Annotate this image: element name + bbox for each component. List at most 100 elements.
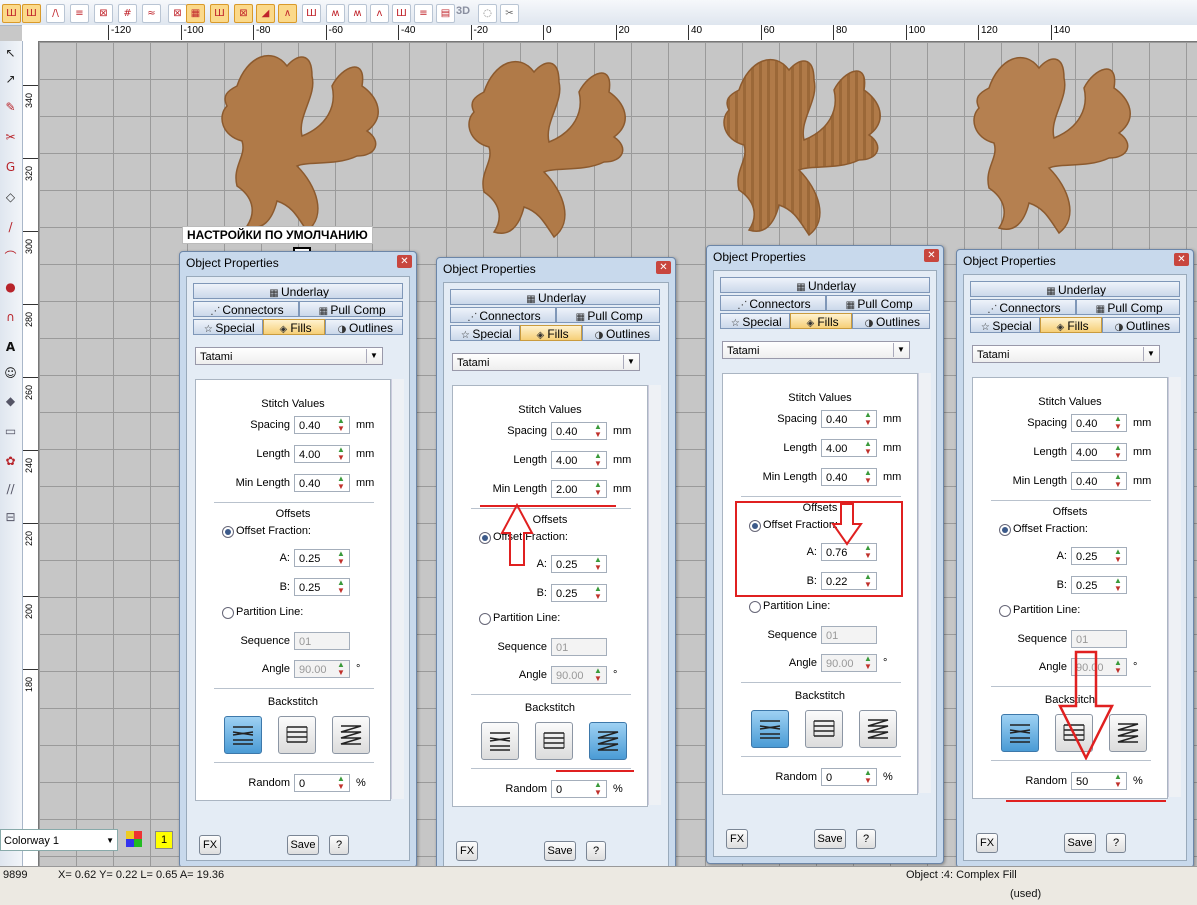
pen-icon[interactable]: ✎ — [2, 99, 19, 116]
angle-spinner[interactable]: ▲ ▼ — [591, 667, 605, 683]
tab-special[interactable]: ☆ Special — [720, 313, 790, 329]
align-icon[interactable]: ⊟ — [2, 509, 19, 526]
fx-button[interactable]: FX — [976, 833, 998, 853]
arc-icon[interactable]: ∩ — [2, 309, 19, 326]
tab-outlines[interactable]: ◑ Outlines — [325, 319, 403, 335]
offset-fraction-radio[interactable] — [999, 524, 1011, 536]
backstitch-option-1[interactable] — [751, 710, 789, 748]
help-button[interactable]: ? — [329, 835, 349, 855]
text-tool-icon[interactable]: A — [2, 339, 19, 356]
tab-connectors[interactable]: ⋰ Connectors — [720, 295, 826, 311]
curve-icon[interactable]: ⌒ — [2, 249, 19, 266]
spacing-spinner[interactable]: ▲ ▼ — [334, 417, 348, 433]
grid-icon[interactable]: # — [118, 4, 137, 23]
tab-special[interactable]: ☆ Special — [450, 325, 520, 341]
tab-connectors[interactable]: ⋰ Connectors — [450, 307, 556, 323]
spin-down-icon[interactable]: ▼ — [861, 777, 875, 785]
backstitch-option-1[interactable] — [1001, 714, 1039, 752]
help-button[interactable]: ? — [1106, 833, 1126, 853]
random-spinner[interactable]: ▲ ▼ — [591, 781, 605, 797]
tab-outlines[interactable]: ◑ Outlines — [852, 313, 930, 329]
partition-line-radio[interactable] — [222, 607, 234, 619]
gradient-icon[interactable]: Ш — [210, 4, 229, 23]
close-icon[interactable]: ✕ — [1174, 253, 1189, 266]
fill-icon[interactable]: ≡ — [70, 4, 89, 23]
tab-underlay[interactable]: ▦ Underlay — [193, 283, 403, 299]
spacing-spinner[interactable]: ▲ ▼ — [1111, 415, 1125, 431]
close-icon[interactable]: ✕ — [924, 249, 939, 262]
save-button[interactable]: Save — [544, 841, 576, 861]
partition-line-radio[interactable] — [999, 605, 1011, 617]
vertical-scrollbar[interactable] — [391, 379, 404, 799]
close-icon[interactable]: ✕ — [397, 255, 412, 268]
spin-down-icon[interactable]: ▼ — [1111, 481, 1125, 489]
embroidery-leaf-4[interactable] — [969, 48, 1169, 238]
view-3d-button[interactable]: 3D — [456, 5, 470, 17]
tab-special[interactable]: ☆ Special — [193, 319, 263, 335]
tab-underlay[interactable]: ▦ Underlay — [450, 289, 660, 305]
close-icon[interactable]: ✕ — [656, 261, 671, 274]
offset-b-spinner[interactable]: ▲ ▼ — [1111, 577, 1125, 593]
spin-down-icon[interactable]: ▼ — [591, 564, 605, 572]
frame-icon[interactable]: ▭ — [2, 423, 19, 440]
wave-fill-icon[interactable]: ʍ — [348, 4, 367, 23]
contour-icon[interactable]: ʍ — [326, 4, 345, 23]
radial-icon[interactable]: Ш — [302, 4, 321, 23]
carving-icon[interactable]: ◢ — [256, 4, 275, 23]
sequence-field[interactable]: 01 — [821, 626, 877, 644]
fill-type-select[interactable]: Tatami ▼ — [195, 347, 383, 365]
backstitch-option-3[interactable] — [332, 716, 370, 754]
spin-down-icon[interactable]: ▼ — [591, 675, 605, 683]
spin-down-icon[interactable]: ▼ — [861, 477, 875, 485]
stripes-icon[interactable]: Ш — [392, 4, 411, 23]
embroidery-leaf-1[interactable] — [217, 46, 417, 236]
hatch-tool-icon[interactable]: // — [2, 481, 19, 498]
spacing-spinner[interactable]: ▲ ▼ — [861, 411, 875, 427]
colorway-select[interactable]: Colorway 1 ▼ — [0, 829, 118, 851]
random-spinner[interactable]: ▲ ▼ — [861, 769, 875, 785]
pattern-icon[interactable]: ⊠ — [94, 4, 113, 23]
circle-icon[interactable]: ● — [2, 279, 19, 296]
lines-icon[interactable]: ≡ — [414, 4, 433, 23]
offset-b-spinner[interactable]: ▲ ▼ — [334, 579, 348, 595]
satin-icon[interactable]: Ш — [22, 4, 41, 23]
tab-outlines[interactable]: ◑ Outlines — [582, 325, 660, 341]
save-button[interactable]: Save — [287, 835, 319, 855]
fill-type-select[interactable]: Tatami ▼ — [722, 341, 910, 359]
chevron-down-icon[interactable]: ▼ — [366, 349, 381, 363]
tab-underlay[interactable]: ▦ Underlay — [970, 281, 1180, 297]
zigzag-icon[interactable]: /\ — [46, 4, 65, 23]
emboss-icon[interactable]: ʌ — [370, 4, 389, 23]
fx-button[interactable]: FX — [726, 829, 748, 849]
min-length-spinner[interactable]: ▲ ▼ — [334, 475, 348, 491]
backstitch-option-1[interactable] — [481, 722, 519, 760]
tab-pull-comp[interactable]: ▦ Pull Comp — [1076, 299, 1180, 315]
fill-type-select[interactable]: Tatami ▼ — [452, 353, 640, 371]
spin-down-icon[interactable]: ▼ — [591, 460, 605, 468]
random-spinner[interactable]: ▲ ▼ — [334, 775, 348, 791]
palette-icon[interactable] — [126, 831, 142, 847]
spin-down-icon[interactable]: ▼ — [861, 663, 875, 671]
letter-g-icon[interactable]: G — [2, 159, 19, 176]
people-icon[interactable]: ☺ — [2, 365, 19, 382]
vertical-scrollbar[interactable] — [918, 373, 931, 793]
spin-down-icon[interactable]: ▼ — [334, 454, 348, 462]
select-arrow-icon[interactable]: ↖ — [2, 45, 19, 62]
tab-special[interactable]: ☆ Special — [970, 317, 1040, 333]
spin-down-icon[interactable]: ▼ — [334, 558, 348, 566]
length-spinner[interactable]: ▲ ▼ — [334, 446, 348, 462]
monogram-icon[interactable]: ◆ — [2, 393, 19, 410]
spin-down-icon[interactable]: ▼ — [591, 431, 605, 439]
spin-down-icon[interactable]: ▼ — [861, 419, 875, 427]
spin-down-icon[interactable]: ▼ — [1111, 585, 1125, 593]
spin-down-icon[interactable]: ▼ — [591, 489, 605, 497]
line-icon[interactable]: / — [2, 219, 19, 236]
offset-a-spinner[interactable]: ▲ ▼ — [591, 556, 605, 572]
node-icon[interactable]: ◇ — [2, 189, 19, 206]
fill-type-select[interactable]: Tatami ▼ — [972, 345, 1160, 363]
angle-spinner[interactable]: ▲ ▼ — [861, 655, 875, 671]
sequence-field[interactable]: 01 — [551, 638, 607, 656]
min-length-spinner[interactable]: ▲ ▼ — [861, 469, 875, 485]
tab-pull-comp[interactable]: ▦ Pull Comp — [299, 301, 403, 317]
tab-pull-comp[interactable]: ▦ Pull Comp — [556, 307, 660, 323]
